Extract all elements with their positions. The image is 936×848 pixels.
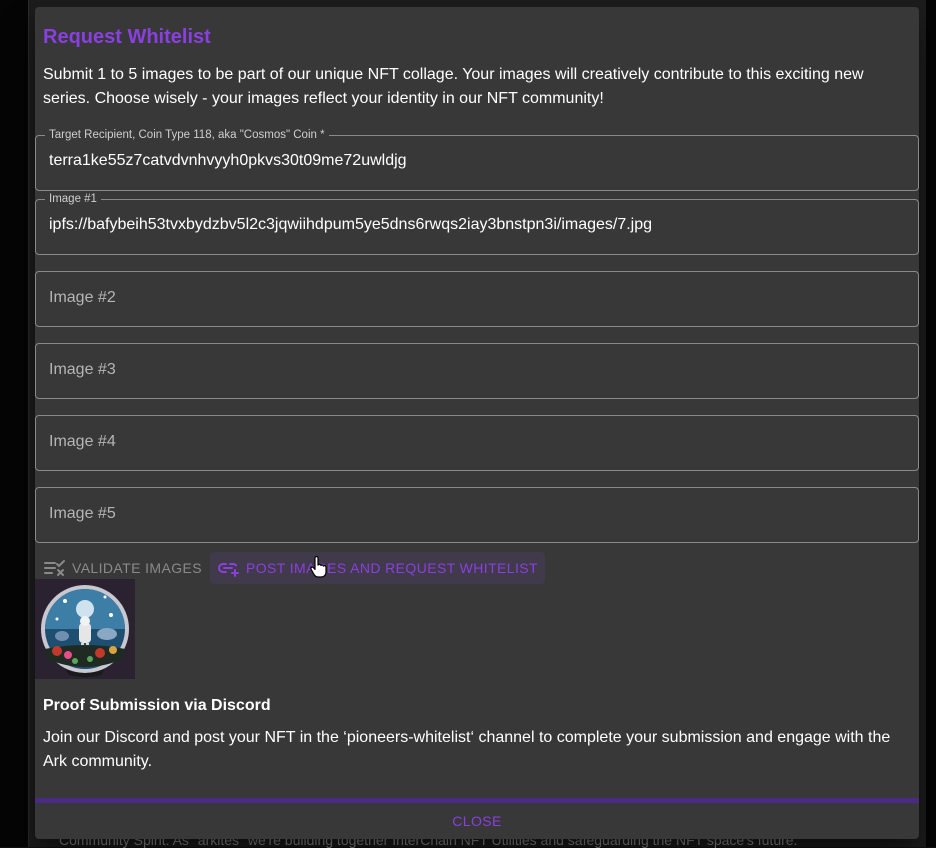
image-1-input[interactable]: ipfs://bafybeih53tvxbydzbv5l2c3jqwiihdpu… [49, 216, 652, 234]
image-4-field[interactable]: Image #4 [35, 415, 919, 471]
link-add-icon [218, 563, 239, 577]
post-images-label: POST IMAGES AND REQUEST WHITELIST [246, 560, 538, 576]
close-button[interactable]: CLOSE [35, 807, 919, 835]
recipient-input[interactable]: terra1ke55z7catvdvnhvyyh0pkvs30t09me72uw… [49, 152, 407, 170]
image-5-field[interactable]: Image #5 [35, 487, 919, 543]
hand-pointer-icon [310, 556, 327, 578]
validate-images-label: VALIDATE IMAGES [72, 560, 202, 576]
image-2-field-outline [35, 271, 919, 327]
image-5-field-outline [35, 487, 919, 543]
nft-preview-image [35, 579, 135, 679]
image-2-input[interactable]: Image #2 [49, 289, 116, 307]
image-3-field-outline [35, 343, 919, 399]
dialog-title: Request Whitelist [43, 26, 211, 48]
recipient-field[interactable]: Target Recipient, Coin Type 118, aka "Co… [35, 128, 919, 191]
background-left-strip [0, 0, 29, 847]
image-4-input[interactable]: Image #4 [49, 433, 116, 451]
image-2-field[interactable]: Image #2 [35, 271, 919, 327]
actions-divider [35, 798, 919, 803]
image-4-field-outline [35, 415, 919, 471]
background-right-strip [926, 0, 936, 847]
image-1-field-label: Image #1 [45, 192, 101, 206]
proof-section-title: Proof Submission via Discord [43, 697, 271, 714]
image-3-field[interactable]: Image #3 [35, 343, 919, 399]
image-5-input[interactable]: Image #5 [49, 505, 116, 523]
image-3-input[interactable]: Image #3 [49, 361, 116, 379]
dialog-intro: Submit 1 to 5 images to be part of our u… [43, 66, 864, 107]
proof-section-text: Join our Discord and post your NFT in th… [43, 729, 891, 770]
checklist-x-icon [44, 560, 65, 576]
recipient-field-label: Target Recipient, Coin Type 118, aka "Co… [45, 128, 329, 142]
post-images-request-whitelist-button[interactable]: POST IMAGES AND REQUEST WHITELIST [210, 552, 545, 584]
image-1-field[interactable]: Image #1 ipfs://bafybeih53tvxbydzbv5l2c3… [35, 192, 919, 255]
request-whitelist-dialog: Request Whitelist Submit 1 to 5 images t… [35, 7, 919, 839]
